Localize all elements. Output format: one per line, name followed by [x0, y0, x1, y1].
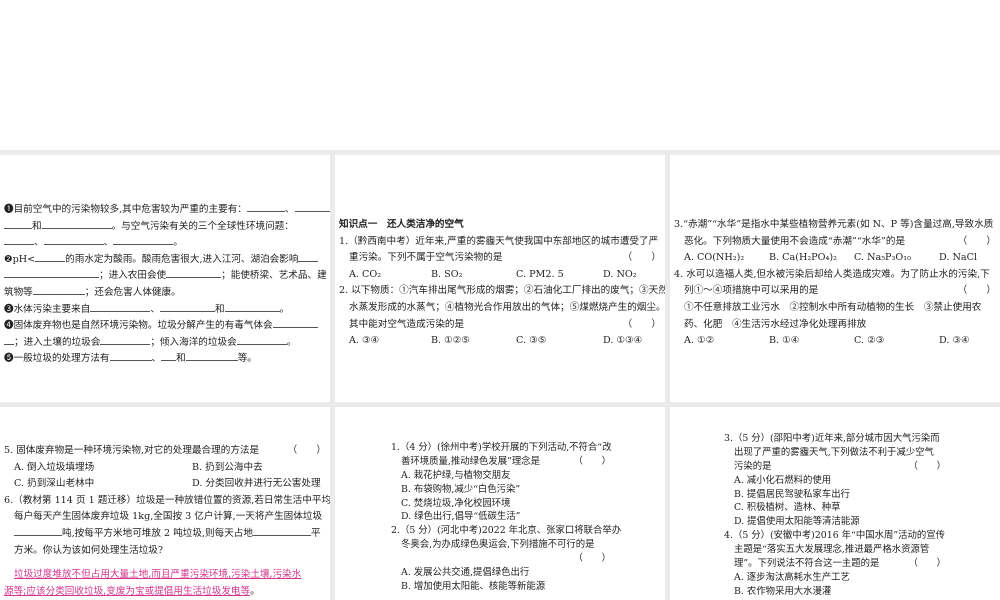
text: ；倾入海洋的垃圾会: [150, 336, 237, 348]
text: 出现了严重的雾霾天气,下列做法不利于减少空气: [734, 446, 934, 458]
option-b: B. ①②⑤: [431, 335, 470, 347]
text: 理”。下列说法不符合这一主题的是: [734, 558, 880, 570]
text: 每户每天产生固体废弃垃圾 1kg,全国按 3 亿户计算,一天将产生固体垃圾: [14, 511, 323, 523]
option-a: A. CO₂: [349, 268, 382, 280]
text: 恶化。下列物质大量使用不会造成“赤潮”“水华”的是: [684, 235, 906, 247]
option-c: C. ③⑤: [516, 335, 547, 347]
text: 和: [214, 303, 225, 315]
question-3-stem: 3.“赤潮”“水华”是指水中某些植物营养元素(如 N、P 等)含量过高,导致水质: [674, 219, 994, 230]
option-d: D. NO₂: [603, 268, 637, 280]
answer-bracket: （ ）: [573, 553, 611, 565]
item-4-text: ❹固体废弃物也是自然环境污染物。垃圾分解产生的有毒气体会: [4, 320, 273, 332]
text: ；进入农田会使: [99, 270, 167, 282]
option-a: A. ①②: [684, 335, 715, 347]
text: 等。: [237, 353, 257, 365]
section-heading: 知识点一 还人类洁净的空气: [339, 219, 464, 230]
option-a: A. 发展公共交通,提倡绿色出行: [401, 567, 530, 579]
text: 吨,按每平方米地可堆放 2 吨垃圾,则每天占地: [62, 527, 253, 539]
option-c: C. 扔到深山老林中: [14, 478, 95, 490]
text: 方米。你认为该如何处理生活垃圾?: [14, 544, 164, 556]
option-b: B. Ca(H₂PO₄)₂: [769, 252, 837, 264]
option-d: D. NaCl: [939, 252, 977, 264]
option-b: B. 增加使用太阳能、核能等新能源: [401, 580, 546, 592]
answer-bracket: （ ）: [573, 455, 611, 467]
option-a: A. 逐步淘汰高耗水生产工艺: [734, 571, 850, 583]
text: 列①～④项措施中可以采用的是: [684, 285, 819, 297]
item-3-text: ❸水体污染主要来自: [4, 303, 91, 315]
question-5-stem: 5. 固体废弃物是一种环境污染物,对它的处理最合理的方法是: [4, 445, 260, 456]
text: ；进入土壤的垃圾会: [14, 336, 101, 348]
slide-panel-waste-questions: 5. 固体废弃物是一种环境污染物,对它的处理最合理的方法是 （ ） A. 倒入垃圾…: [0, 407, 330, 600]
answer-text: 垃圾过度堆放不但占用大量土地,而且严重污染环境,污染土壤,污染水: [14, 569, 302, 581]
answer-bracket: （ ）: [957, 235, 996, 247]
option-b: B. ①④: [769, 335, 800, 347]
answer-bracket: （ ）: [908, 460, 946, 472]
fill-blank-text: ❶目前空气中的污染物较多,其中危害较为严重的主要有：、、 和。与空气污染有关的三…: [4, 202, 330, 368]
option-a: A. 倒入垃圾填埋场: [14, 461, 95, 473]
question-2-stem: 2.（5 分）(河北中考)2022 年北京、张家口将联合举办: [391, 525, 622, 537]
text: 。: [250, 585, 260, 597]
option-d: D. ③④: [939, 335, 970, 347]
text: 筑物等: [4, 286, 33, 298]
answer-text: 源等;应该分类回收垃圾,变废为宝或提倡用生活垃圾发电等: [4, 585, 251, 597]
answer-bracket: （ ）: [957, 285, 996, 297]
question-3-stem: 3.（5 分）(邵阳中考)近年来,部分城市因大气污染而: [724, 433, 940, 444]
slide-panel-practice-2: 3.（5 分）(邵阳中考)近年来,部分城市因大气污染而 出现了严重的雾霾天气,下…: [670, 407, 1000, 600]
text: 善环境质量,推动绿色发展”理念是: [401, 455, 541, 467]
text: ；能使桥梁、艺术品、建: [221, 270, 327, 282]
slide-panel-water-questions: 3.“赤潮”“水华”是指水中某些植物营养元素(如 N、P 等)含量过高,导致水质…: [670, 155, 1000, 402]
text: 水蒸发形成的水蒸气；④植物光合作用放出的气体；⑤煤燃烧产生的烟尘。: [349, 301, 665, 313]
answer-bracket: （ ）: [908, 558, 946, 570]
option-a: A. 减小化石燃料的使用: [734, 474, 832, 486]
option-d: D. 绿色出行,倡导“低碳生活”: [401, 511, 521, 523]
answer-bracket: （ ）: [287, 445, 326, 456]
option-d: D. 分类回收并进行无公害处理: [192, 478, 321, 490]
option-b: B. SO₂: [431, 268, 463, 280]
slide-panel-practice-1: 1.（4 分）(徐州中考)学校开展的下列活动,不符合“改 善环境质量,推动绿色发…: [335, 407, 665, 600]
option-c: C. ②③: [854, 335, 885, 347]
text: 和: [176, 353, 186, 365]
text: 其中能对空气造成污染的是: [349, 318, 465, 330]
option-b: B. 布袋购物,减少“白色污染”: [401, 483, 521, 495]
text: 药、化肥 ④生活污水经过净化处理再排放: [684, 318, 867, 330]
text: 冬奥会,为办成绿色奥运会,下列措施不可行的是: [401, 539, 595, 551]
option-b: B. 提倡居民驾驶私家车出行: [734, 488, 850, 500]
option-d: D. ①③④: [603, 335, 643, 347]
slide-panel-fill-blanks: ❶目前空气中的污染物较多,其中危害较为严重的主要有：、、 和。与空气污染有关的三…: [0, 155, 330, 402]
text: 的雨水定为酸雨。酸雨危害很大,进入江河、湖泊会影响: [65, 253, 299, 265]
text: 重污染。下列不属于空气污染物的是: [349, 252, 503, 264]
option-d: D. 提倡使用太阳能等清洁能源: [734, 516, 860, 528]
text: 。与空气污染有关的三个全球性环境问题：: [111, 220, 294, 232]
option-a: A. 栽花护绿,与植物交朋友: [401, 469, 511, 481]
question-6-stem: 6.（教材第 114 页 1 题迁移）垃圾是一种放错位置的资源,若日常生活中平均: [4, 494, 330, 506]
text: 和: [32, 220, 42, 232]
text: 平: [311, 527, 321, 539]
text: 污染的是: [734, 460, 772, 472]
question-4-stem: 4. 水可以造福人类,但水被污染后却给人类造成灾难。为了防止水的污染,下: [674, 268, 990, 280]
item-5-text: ❺一般垃圾的处理方法有: [4, 353, 110, 365]
text: 主题是“落实五大发展理念,推进最严格水资源管: [734, 544, 930, 556]
item-2-text: ❷pH<: [4, 253, 36, 265]
top-blank-area: [0, 0, 1000, 150]
option-a: A. CO(NH₂)₂: [684, 252, 745, 264]
option-b: B. 扔到公海中去: [192, 461, 263, 473]
option-b: B. 农作物采用大水漫灌: [734, 585, 832, 597]
question-1-stem: 1.（黔西南中考）近年来,严重的雾霾天气使我国中东部地区的城市遭受了严: [339, 235, 659, 247]
answer-bracket: （ ）: [622, 318, 661, 330]
option-a: A. ③④: [349, 335, 380, 347]
text: ①不任意排放工业污水 ②控制水中所有动植物的生长 ③禁止使用农: [684, 301, 982, 313]
option-c: C. PM2. 5: [516, 268, 564, 280]
question-1-stem: 1.（4 分）(徐州中考)学校开展的下列活动,不符合“改: [391, 442, 612, 453]
item-1-text: ❶目前空气中的污染物较多,其中危害较为严重的主要有：: [4, 204, 247, 215]
option-c: C. Na₅P₃O₁₀: [854, 252, 911, 264]
answer-bracket: （ ）: [622, 252, 661, 264]
question-2-stem: 2. 以下物质：①汽车排出尾气形成的烟雾；②石油化工厂排出的废气；③天然: [339, 285, 665, 297]
option-c: C. 积极植树、造林、种草: [734, 502, 841, 514]
question-4-stem: 4.（5 分）(安徽中考)2016 年“中国水周”活动的宣传: [724, 530, 946, 542]
option-c: C. 焚烧垃圾,净化校园环境: [401, 497, 511, 509]
slide-panel-air-questions: 知识点一 还人类洁净的空气 1.（黔西南中考）近年来,严重的雾霾天气使我国中东部…: [335, 155, 665, 402]
text: ；还会危害人体健康。: [84, 286, 181, 298]
